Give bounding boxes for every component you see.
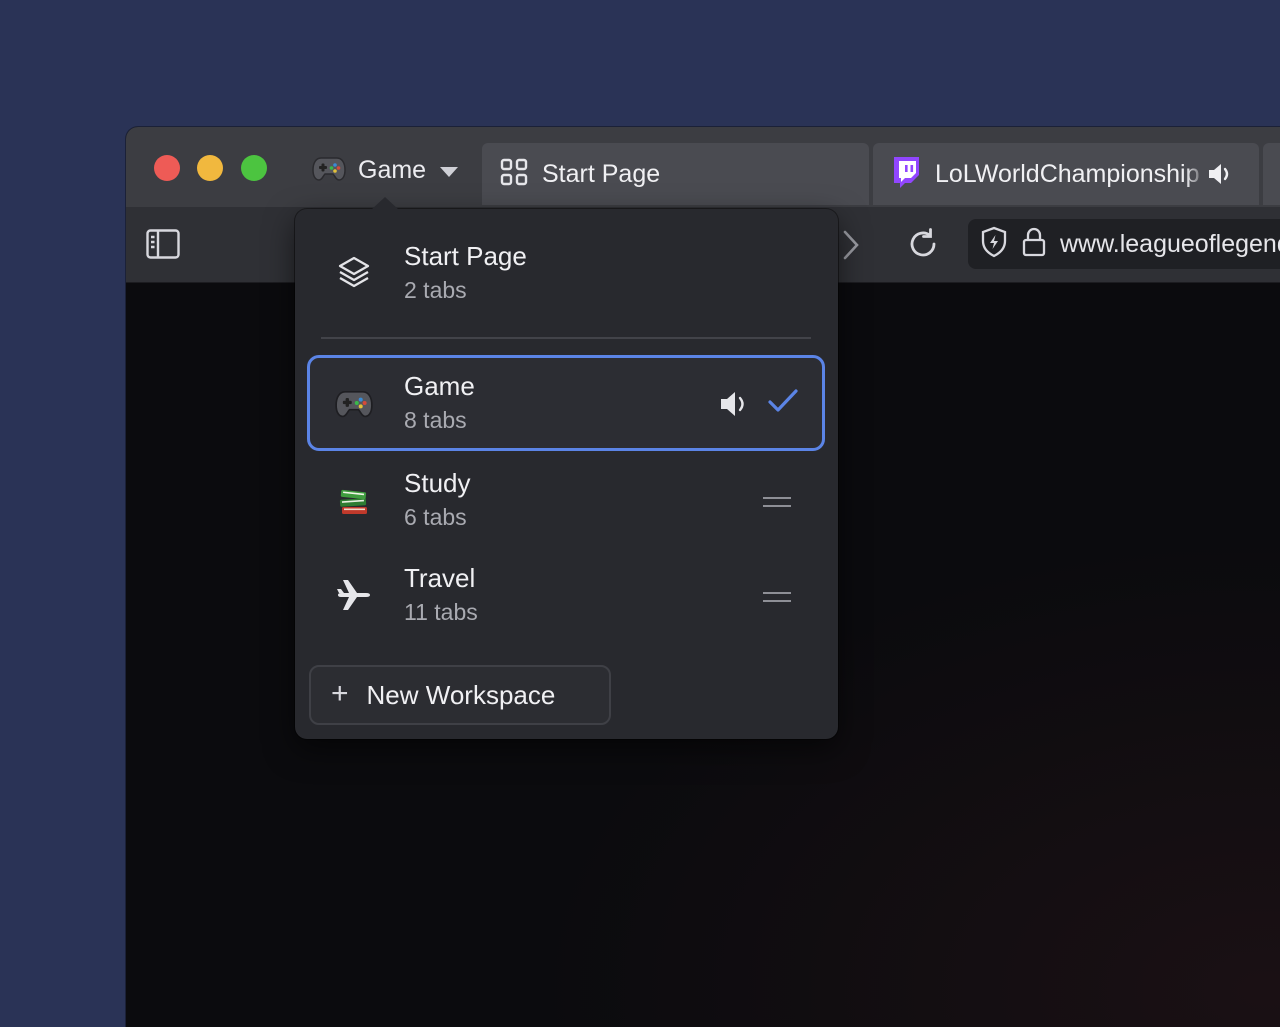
new-workspace-button[interactable]: + New Workspace [309,665,611,725]
gamepad-icon [334,383,374,423]
minimize-window-button[interactable] [197,155,223,181]
shield-icon[interactable] [980,226,1008,263]
workspace-popover: Start Page 2 tabs Game 8 tabs Study 6 ta… [295,209,838,739]
books-icon [334,480,374,520]
workspace-switcher[interactable]: Game [312,149,459,191]
chevron-right-icon[interactable] [841,229,861,266]
workspace-switcher-label: Game [358,155,427,184]
speaker-icon[interactable] [1207,161,1233,192]
layers-icon [334,253,374,293]
drag-handle-icon[interactable] [762,590,792,608]
plus-icon: + [331,676,349,710]
workspace-item-travel[interactable]: Travel 11 tabs [307,547,825,643]
grid-icon [500,158,528,191]
tab-title: Start Page [542,159,661,188]
workspace-tab-count: 2 tabs [404,277,467,303]
new-workspace-label: New Workspace [366,679,556,710]
tab-title: LoLWorldChampionship [935,159,1200,188]
workspace-name: Travel [404,563,476,593]
popover-pointer [371,197,399,210]
chevron-down-icon [440,166,459,177]
workspace-tab-count: 8 tabs [404,407,467,433]
airplane-icon [334,575,374,615]
drag-handle-icon[interactable] [762,495,792,513]
tab-overflow[interactable] [1263,143,1280,205]
workspace-name: Game [404,371,475,401]
gamepad-icon [312,154,346,187]
close-window-button[interactable] [154,155,180,181]
tab-lol-world-championship[interactable]: LoLWorldChampionship [873,143,1259,205]
workspace-name: Start Page [404,241,527,271]
address-bar[interactable]: www.leagueoflegends.com [968,219,1280,269]
workspace-tab-count: 6 tabs [404,504,467,530]
divider [321,337,811,339]
sidebar-icon[interactable] [146,229,180,264]
workspace-tab-count: 11 tabs [404,599,478,625]
speaker-icon[interactable] [719,389,749,424]
workspace-item-start-page[interactable]: Start Page 2 tabs [307,225,825,321]
reload-icon[interactable] [906,227,940,266]
address-url: www.leagueoflegends.com [1060,229,1280,258]
workspace-name: Study [404,468,471,498]
twitch-icon [891,156,921,193]
lock-icon [1022,227,1046,262]
workspace-item-game[interactable]: Game 8 tabs [307,355,825,451]
checkmark-icon [767,387,799,420]
tab-start-page[interactable]: Start Page [482,143,869,205]
tab-strip: Game Start Page LoLWorldChampionship [126,127,1280,207]
zoom-window-button[interactable] [241,155,267,181]
workspace-item-study[interactable]: Study 6 tabs [307,452,825,548]
